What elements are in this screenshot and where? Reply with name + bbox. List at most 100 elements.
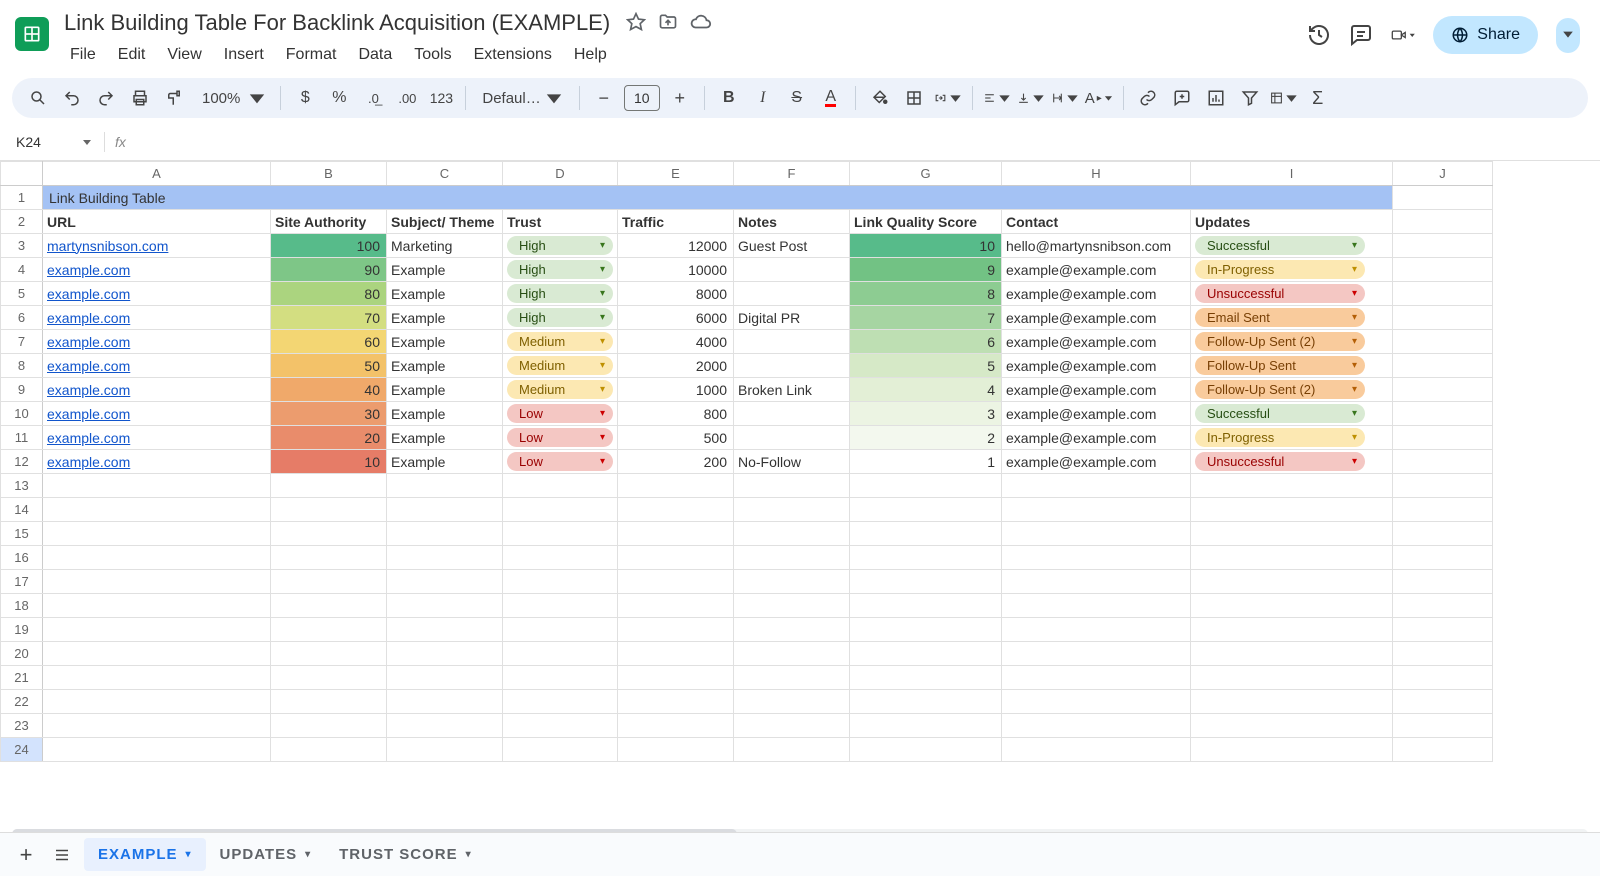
cell[interactable] [850, 474, 1002, 498]
cell[interactable] [1393, 618, 1493, 642]
cell[interactable] [850, 546, 1002, 570]
menu-data[interactable]: Data [348, 42, 402, 68]
cloud-icon[interactable] [690, 11, 712, 36]
cell[interactable] [1002, 498, 1191, 522]
font-select[interactable]: Defaul… [476, 84, 568, 112]
cell[interactable]: Successful▾ [1191, 234, 1393, 258]
cell[interactable]: High▾ [503, 234, 618, 258]
cell[interactable] [1393, 594, 1493, 618]
sheet-tab-example[interactable]: EXAMPLE▾ [84, 838, 206, 871]
cell[interactable] [43, 498, 271, 522]
update-chip[interactable]: In-Progress▾ [1195, 260, 1365, 279]
cell[interactable] [1191, 714, 1393, 738]
cell[interactable] [734, 258, 850, 282]
insert-comment-icon[interactable] [1168, 84, 1196, 112]
cell[interactable] [618, 714, 734, 738]
cell[interactable] [387, 570, 503, 594]
cell[interactable] [503, 642, 618, 666]
cell[interactable] [271, 714, 387, 738]
menu-help[interactable]: Help [564, 42, 617, 68]
cell[interactable] [1393, 546, 1493, 570]
cell[interactable] [734, 714, 850, 738]
col-header-J[interactable]: J [1393, 162, 1493, 186]
cell[interactable] [1191, 546, 1393, 570]
cell[interactable] [387, 546, 503, 570]
cell[interactable] [734, 546, 850, 570]
url-link[interactable]: example.com [47, 430, 130, 446]
cell[interactable]: 1 [850, 450, 1002, 474]
cell[interactable] [734, 354, 850, 378]
cell[interactable]: Example [387, 378, 503, 402]
cell[interactable]: Example [387, 330, 503, 354]
row-header[interactable]: 10 [1, 402, 43, 426]
search-icon[interactable] [24, 84, 52, 112]
all-sheets-icon[interactable] [48, 841, 76, 869]
meet-icon[interactable] [1391, 23, 1415, 47]
cell[interactable]: Medium▾ [503, 354, 618, 378]
cell[interactable] [271, 594, 387, 618]
cell[interactable] [618, 522, 734, 546]
cell[interactable]: Example [387, 354, 503, 378]
trust-chip[interactable]: High▾ [507, 236, 613, 255]
cell[interactable]: 1000 [618, 378, 734, 402]
cell[interactable]: example.com [43, 282, 271, 306]
cell[interactable] [43, 570, 271, 594]
cell[interactable]: 500 [618, 426, 734, 450]
cell[interactable] [503, 546, 618, 570]
row-header[interactable]: 8 [1, 354, 43, 378]
cell[interactable] [387, 666, 503, 690]
cell[interactable]: 4 [850, 378, 1002, 402]
menu-file[interactable]: File [60, 42, 106, 68]
cell[interactable]: Marketing [387, 234, 503, 258]
cell[interactable] [271, 522, 387, 546]
row-header[interactable]: 18 [1, 594, 43, 618]
cell[interactable]: Low▾ [503, 402, 618, 426]
cell[interactable] [1393, 738, 1493, 762]
cell[interactable] [1002, 522, 1191, 546]
cell[interactable]: Example [387, 402, 503, 426]
text-color-icon[interactable]: A [817, 84, 845, 112]
cell[interactable]: 4000 [618, 330, 734, 354]
col-header-E[interactable]: E [618, 162, 734, 186]
header-cell[interactable]: Notes [734, 210, 850, 234]
increase-decimal-icon[interactable]: .00 [393, 84, 421, 112]
cell[interactable]: example.com [43, 330, 271, 354]
doc-title[interactable]: Link Building Table For Backlink Acquisi… [60, 8, 614, 38]
row-header[interactable]: 9 [1, 378, 43, 402]
cell[interactable]: 5 [850, 354, 1002, 378]
cell[interactable]: 8000 [618, 282, 734, 306]
star-icon[interactable] [626, 12, 646, 35]
cell[interactable] [43, 642, 271, 666]
cell[interactable] [503, 474, 618, 498]
cell[interactable] [618, 738, 734, 762]
cell[interactable]: High▾ [503, 306, 618, 330]
url-link[interactable]: example.com [47, 454, 130, 470]
cell[interactable]: Example [387, 282, 503, 306]
cell[interactable] [271, 642, 387, 666]
cell[interactable]: Guest Post [734, 234, 850, 258]
row-header[interactable]: 3 [1, 234, 43, 258]
cell[interactable] [1002, 570, 1191, 594]
row-header[interactable]: 22 [1, 690, 43, 714]
cell[interactable]: example@example.com [1002, 330, 1191, 354]
cell[interactable] [1191, 618, 1393, 642]
cell[interactable] [503, 690, 618, 714]
col-header-F[interactable]: F [734, 162, 850, 186]
cell[interactable] [1191, 498, 1393, 522]
sheet-tab-updates[interactable]: UPDATES▾ [206, 838, 326, 871]
paint-format-icon[interactable] [160, 84, 188, 112]
cell[interactable] [618, 474, 734, 498]
update-chip[interactable]: Successful▾ [1195, 236, 1365, 255]
cell[interactable] [1191, 690, 1393, 714]
cell[interactable]: Medium▾ [503, 378, 618, 402]
cell[interactable]: example.com [43, 426, 271, 450]
cell[interactable]: 10 [271, 450, 387, 474]
url-link[interactable]: martynsnibson.com [47, 238, 168, 254]
url-link[interactable]: example.com [47, 382, 130, 398]
cell[interactable]: 20 [271, 426, 387, 450]
cell[interactable] [618, 570, 734, 594]
cell[interactable] [387, 474, 503, 498]
cell[interactable] [1002, 738, 1191, 762]
update-chip[interactable]: Follow-Up Sent▾ [1195, 356, 1365, 375]
cell[interactable] [734, 522, 850, 546]
